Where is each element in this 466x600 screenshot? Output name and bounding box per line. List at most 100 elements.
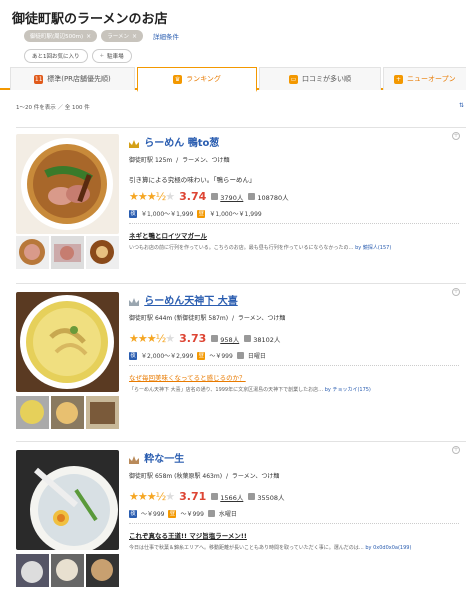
bookmark-icon [248, 193, 256, 200]
rating-row: ★★★½★ 3.74 3790人 108780人 [129, 190, 466, 203]
review-title[interactable]: なぜ毎回美味くなってると感じるのか？ [129, 372, 459, 382]
bookmark-icon [244, 335, 252, 342]
chip-label: 御徒町駅(周辺500m) [30, 34, 84, 40]
tab-ranking[interactable]: ♛ ランキング [137, 67, 257, 92]
description: 引き算による究極の味わい。「鴨らーめん」 [129, 176, 256, 184]
close-icon[interactable]: × [86, 33, 91, 40]
score: 3.73 [179, 332, 207, 345]
lunch-price: ～￥999 [180, 511, 204, 518]
restaurant-meta: 御徒町駅 125m / ラーメン、つけ麺 [129, 155, 466, 164]
review-body: 今日は仕事で秋葉＆錦糸エリアへ。移動距離が長いこともあり時間を取っていただく事に… [129, 544, 459, 551]
dinner-icon: 夜 [129, 209, 137, 218]
restaurant-photo[interactable] [16, 450, 119, 550]
filter-chips: 御徒町駅(周辺500m) × ラーメン × 詳細条件 [24, 30, 179, 42]
score: 3.74 [179, 190, 207, 203]
restaurant-photo[interactable] [16, 292, 119, 392]
bookmark-icon [248, 493, 256, 500]
star-rating: ★★★½★ [129, 490, 175, 503]
crown-bronze-icon [129, 456, 139, 464]
station: 御徒町駅 [129, 157, 154, 164]
crown-icon: ♛ [173, 74, 183, 84]
dinner-price: ￥2,000～￥2,999 [141, 353, 194, 360]
distance-note: (新御徒町駅 587m) [174, 315, 229, 322]
lunch-icon: 昼 [197, 209, 206, 218]
close-icon[interactable]: × [132, 33, 137, 40]
new-icon: + [394, 74, 403, 84]
option-button-1[interactable]: あと1回お気に入り [24, 49, 88, 63]
holiday: 水曜日 [218, 511, 237, 518]
review-title[interactable]: ネギと鴨とロイツマガール [129, 230, 459, 240]
dinner-icon: 夜 [129, 351, 137, 360]
tab-label: 標準(PR店舗優先順) [47, 75, 111, 83]
thumb-photo[interactable] [16, 236, 49, 269]
lunch-price: ￥1,000～￥1,999 [209, 211, 262, 218]
restaurant-info: らーめん 鴨to葱 御徒町駅 125m / ラーメン、つけ麺 引き算による究極の… [129, 134, 466, 251]
crown-silver-icon [129, 298, 139, 306]
review-count[interactable]: 1566人 [211, 492, 243, 502]
result-count: 1～20 件を表示 ／ 全 100 件 [16, 105, 90, 111]
holiday: 日曜日 [247, 353, 266, 360]
add-bookmark-icon[interactable]: + [452, 288, 460, 296]
tab-reviews[interactable]: ▭ 口コミが多い順 [259, 67, 381, 90]
review-text: いつもお店の前に行列を作っている。こちらのお店。最も昼も行列を作っているにならな… [129, 245, 354, 251]
bookmark-count-value: 38102人 [253, 335, 281, 344]
restaurant-card: らーめん 鴨to葱 御徒町駅 125m / ラーメン、つけ麺 引き算による究極の… [16, 127, 466, 273]
option-button-2[interactable]: + 駐車場 [91, 49, 132, 63]
comment-icon [211, 193, 219, 200]
bookmark-count-value: 108780人 [257, 193, 289, 202]
add-bookmark-icon[interactable]: + [452, 132, 460, 140]
restaurant-meta: 御徒町駅 644m (新御徒町駅 587m) / ラーメン、つけ麺 [129, 313, 466, 322]
review-count-value: 958人 [220, 335, 240, 344]
review-author[interactable]: by チョッカイ(175) [325, 387, 371, 393]
restaurant-card: らーめん天神下 大喜 御徒町駅 644m (新御徒町駅 587m) / ラーメン… [16, 283, 466, 433]
thumb-photo[interactable] [86, 554, 119, 587]
restaurant-name[interactable]: らーめん 鴨to葱 [144, 138, 219, 149]
chip-label: ラーメン [107, 34, 129, 40]
comment-icon [211, 493, 219, 500]
price-row: 夜 ￥1,000～￥1,999 昼 ￥1,000～￥1,999 [129, 209, 466, 218]
star-rating: ★★★½★ [129, 190, 175, 203]
option-buttons: あと1回お気に入り + 駐車場 [24, 49, 132, 63]
price-row: 夜 ～￥999 昼 ～￥999 水曜日 [129, 509, 466, 518]
thumb-photo[interactable] [16, 554, 49, 587]
ramen-photo-icon [16, 450, 119, 550]
dinner-price: ～￥999 [141, 511, 165, 518]
distance: 644m [154, 315, 173, 322]
restaurant-name[interactable]: らーめん天神下 大喜 [144, 296, 237, 307]
review-count[interactable]: 958人 [211, 334, 239, 344]
thumb-photo[interactable] [51, 396, 84, 429]
dinner-price: ￥1,000～￥1,999 [141, 211, 194, 218]
thumb-photo[interactable] [86, 396, 119, 429]
review-title[interactable]: これぞ真なる王道!! マジ旨塩ラーメン!! [129, 530, 459, 540]
ramen-thumb-icon [86, 554, 119, 587]
filter-chip-genre[interactable]: ラーメン × [101, 30, 143, 42]
thumb-photo[interactable] [86, 236, 119, 269]
filter-chip-station[interactable]: 御徒町駅(周辺500m) × [24, 30, 98, 42]
tab-new-open[interactable]: + ニューオープン [383, 67, 466, 90]
review-count[interactable]: 3790人 [211, 192, 243, 202]
thumb-photo[interactable] [16, 396, 49, 429]
add-bookmark-icon[interactable]: + [452, 446, 460, 454]
lunch-price: ～￥999 [209, 353, 233, 360]
bookmark-count: 35508人 [248, 492, 285, 502]
review-author[interactable]: by 0x0d0x0a(199) [365, 545, 411, 551]
condition-link[interactable]: 詳細条件 [153, 31, 179, 41]
ramen-thumb-icon [51, 236, 84, 269]
genres: ラーメン、つけ麺 [237, 315, 286, 322]
sort-icon[interactable]: ⇅ [459, 102, 464, 109]
restaurant-name[interactable]: 粋な一生 [144, 454, 184, 465]
restaurant-photo[interactable] [16, 134, 119, 234]
thumb-photo[interactable] [51, 554, 84, 587]
separator: / [231, 315, 234, 322]
thumb-photo[interactable] [51, 236, 84, 269]
review-body: いつもお店の前に行列を作っている。こちらのお店。最も昼も行列を作っているにならな… [129, 244, 459, 251]
genres: ラーメン、つけ麺 [231, 473, 280, 480]
page-title: 御徒町駅のラーメンのお店 [12, 12, 168, 27]
star-rating: ★★★½★ [129, 332, 175, 345]
tab-label: ニューオープン [407, 75, 456, 83]
rating-row: ★★★½★ 3.73 958人 38102人 [129, 332, 466, 345]
review-author[interactable]: by 鏡探人(157) [355, 245, 391, 251]
tab-standard[interactable]: 11 標準(PR店舗優先順) [10, 67, 135, 90]
bookmark-count: 108780人 [248, 192, 289, 202]
calendar-icon [236, 352, 244, 359]
